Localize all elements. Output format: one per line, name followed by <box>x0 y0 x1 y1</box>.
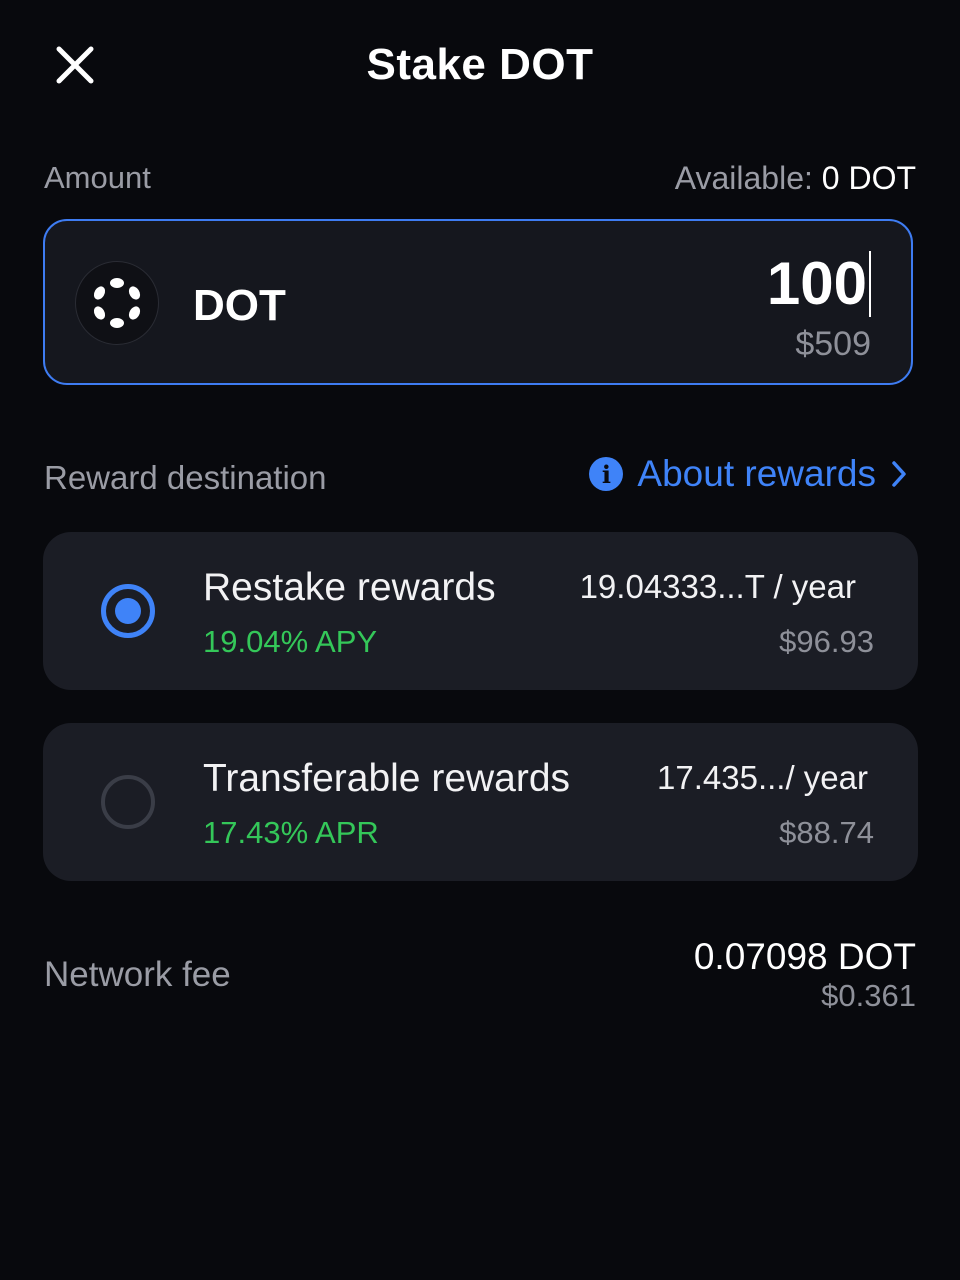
info-icon: i <box>589 457 624 491</box>
restake-rewards-option[interactable]: Restake rewards 19.04% APY 19.04333...T … <box>43 532 918 690</box>
option-title: Restake rewards <box>203 566 496 609</box>
option-rate: 17.43% APR <box>203 815 379 850</box>
option-amount: 17.435.../ year <box>657 759 868 796</box>
option-title: Transferable rewards <box>203 757 571 800</box>
amount-label: Amount <box>44 160 151 195</box>
polkadot-logo-icon <box>75 261 159 345</box>
network-fee-label: Network fee <box>44 955 231 994</box>
available-value: 0 DOT <box>821 160 916 196</box>
radio-unselected[interactable] <box>101 775 155 829</box>
amount-fiat-value: $509 <box>795 325 871 363</box>
option-rate: 19.04% APY <box>203 624 378 659</box>
network-fee-fiat: $0.361 <box>821 978 916 1013</box>
chevron-right-icon <box>892 461 906 487</box>
option-amount: 19.04333...T / year <box>579 568 856 605</box>
available-label: Available: <box>674 160 813 196</box>
option-fiat: $96.93 <box>779 624 874 659</box>
about-rewards-label: About rewards <box>637 453 876 494</box>
available-balance: Available: 0 DOT <box>675 160 916 197</box>
token-symbol: DOT <box>193 281 286 330</box>
option-fiat: $88.74 <box>779 815 874 850</box>
radio-selected[interactable] <box>101 584 155 638</box>
amount-input[interactable]: 100 <box>767 251 871 317</box>
amount-input-box[interactable]: DOT 100 $509 <box>43 219 913 385</box>
transferable-rewards-option[interactable]: Transferable rewards 17.43% APR 17.435..… <box>43 723 918 881</box>
about-rewards-link[interactable]: i About rewards <box>589 453 908 495</box>
reward-destination-label: Reward destination <box>44 459 327 496</box>
page-title: Stake DOT <box>366 40 594 89</box>
network-fee-value: 0.07098 DOT <box>693 936 916 977</box>
